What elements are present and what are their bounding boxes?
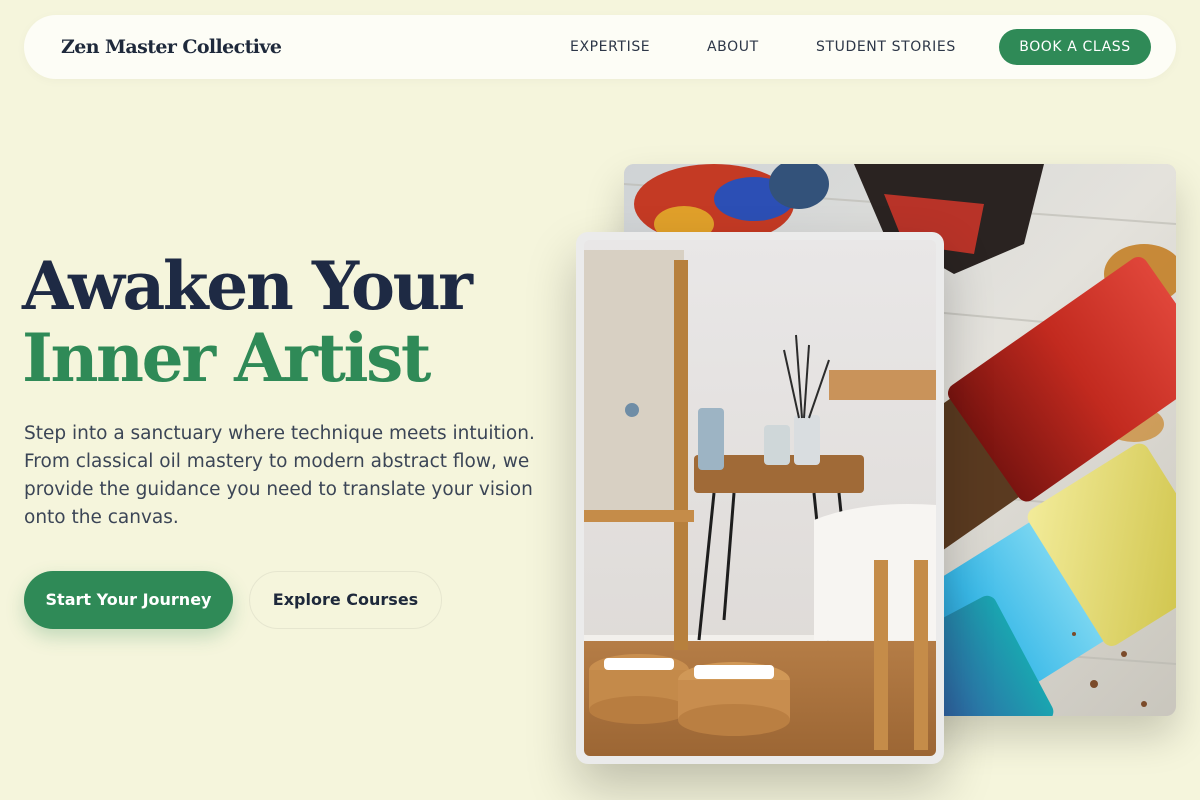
hero-headline: Awaken Your Inner Artist: [22, 247, 473, 397]
hero-headline-line-1: Awaken Your: [22, 247, 473, 325]
art-studio-image-frame: [576, 232, 944, 764]
page: Zen Master Collective EXPERTISE ABOUT ST…: [0, 0, 1200, 800]
art-studio-image: [584, 240, 936, 756]
hero-description: Step into a sanctuary where technique me…: [24, 423, 535, 528]
top-navbar: Zen Master Collective EXPERTISE ABOUT ST…: [24, 15, 1176, 79]
nav-link-about[interactable]: ABOUT: [707, 15, 759, 79]
explore-courses-button[interactable]: Explore Courses: [249, 571, 442, 629]
nav-link-student-stories[interactable]: STUDENT STORIES: [816, 15, 956, 79]
nav-link-expertise[interactable]: EXPERTISE: [570, 15, 650, 79]
start-journey-button[interactable]: Start Your Journey: [24, 571, 233, 629]
hero-headline-line-2: Inner Artist: [22, 319, 431, 397]
book-a-class-button[interactable]: BOOK A CLASS: [999, 29, 1151, 65]
brand-logo[interactable]: Zen Master Collective: [61, 15, 282, 79]
